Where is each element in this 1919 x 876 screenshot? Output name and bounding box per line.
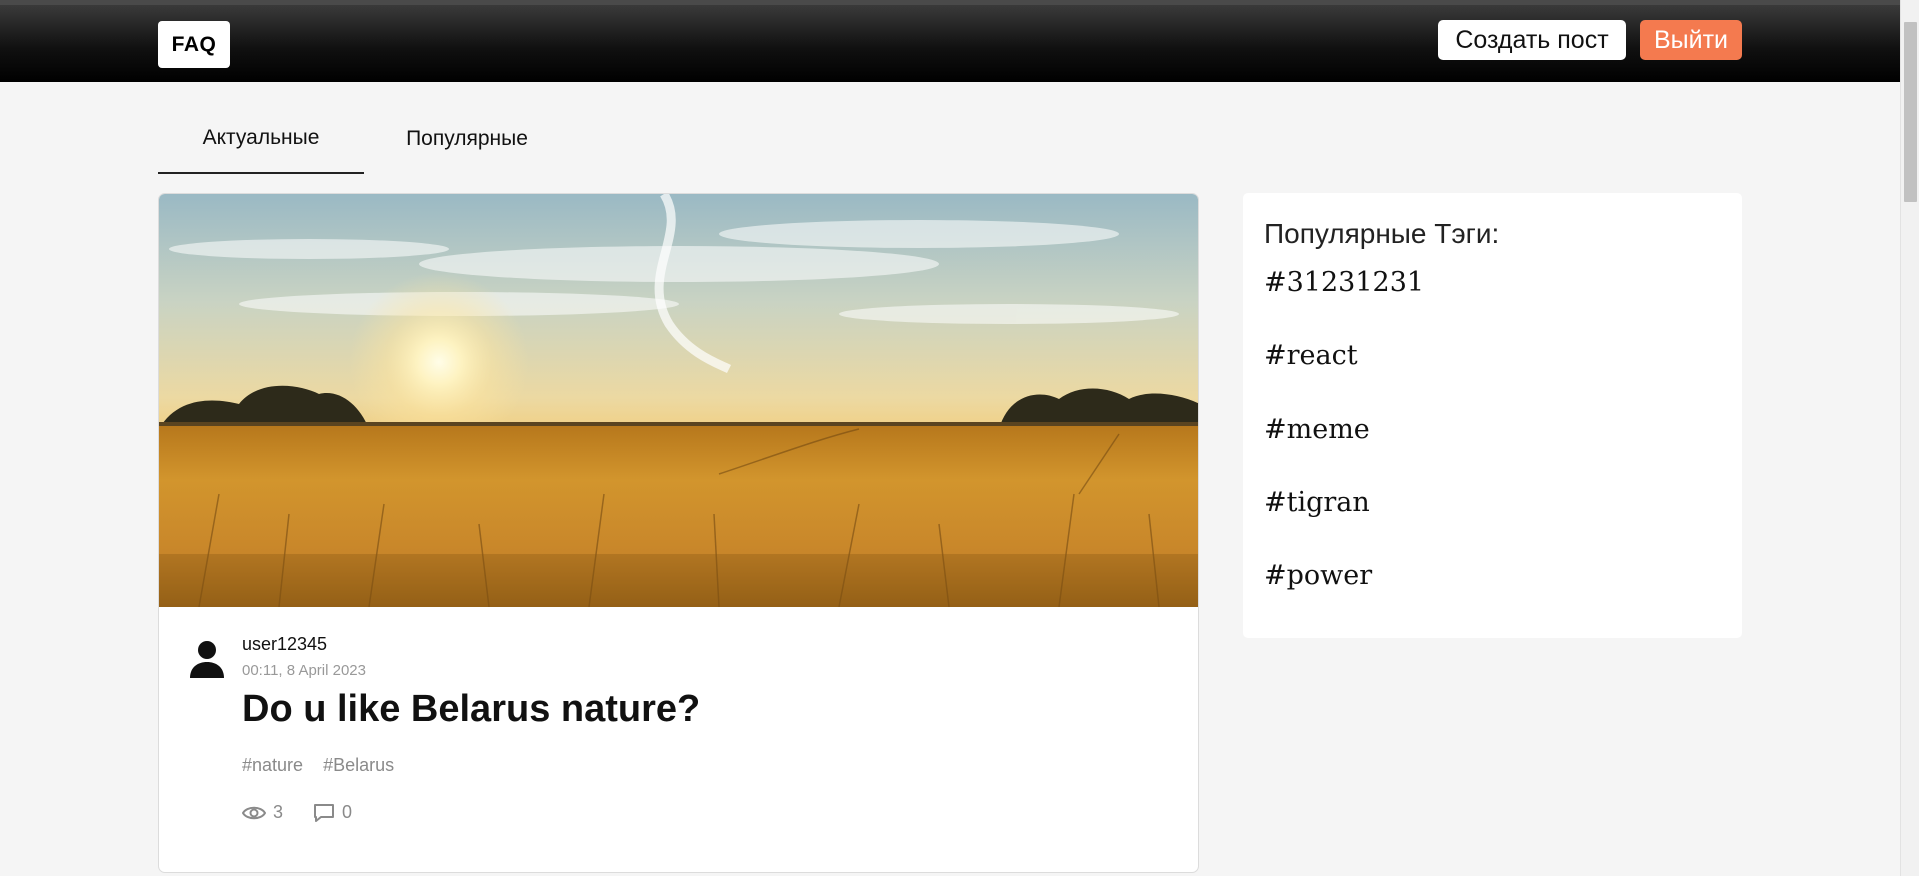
post-image[interactable] [159,194,1198,607]
create-post-button[interactable]: Создать пост [1438,20,1626,60]
logo-button[interactable]: FAQ [158,21,230,68]
sidebar-tag-31231231[interactable]: #31231231 [1264,267,1424,298]
post-card: user12345 00:11, 8 April 2023 Do u like … [158,193,1199,873]
post-tag-belarus[interactable]: #Belarus [323,755,394,776]
sidebar-tag-power[interactable]: #power [1264,560,1372,591]
sidebar-tag-meme[interactable]: #meme [1264,414,1370,445]
page: FAQ Создать пост Выйти Актуальные Популя… [0,0,1919,876]
comment-icon [314,803,335,822]
tab-popular[interactable]: Популярные [364,104,570,174]
post-title[interactable]: Do u like Belarus nature? [242,688,700,731]
popular-tags-title: Популярные Тэги: [1264,218,1500,249]
tab-actual[interactable]: Актуальные [158,104,364,174]
comments-count: 0 [342,802,353,822]
scrollbar-thumb[interactable] [1904,22,1917,202]
views-count: 3 [273,802,284,822]
user-icon [189,640,225,678]
post-date: 00:11, 8 April 2023 [242,662,366,679]
wheat-field-image [159,194,1198,607]
sidebar-tag-tigran[interactable]: #tigran [1264,487,1370,518]
post-stats: 3 0 [242,802,352,823]
popular-tags-panel: Популярные Тэги: #31231231 #react #meme … [1243,193,1742,638]
vertical-scrollbar[interactable] [1900,0,1919,876]
post-tag-nature[interactable]: #nature [242,755,303,776]
header: FAQ Создать пост Выйти [0,0,1900,82]
logout-button[interactable]: Выйти [1640,20,1742,60]
sidebar-tag-react[interactable]: #react [1264,340,1358,371]
comments-stat[interactable]: 0 [313,802,352,823]
post-username[interactable]: user12345 [242,634,327,655]
views-stat: 3 [242,802,283,823]
post-tags: #nature #Belarus [242,755,394,776]
eye-icon [242,806,266,819]
